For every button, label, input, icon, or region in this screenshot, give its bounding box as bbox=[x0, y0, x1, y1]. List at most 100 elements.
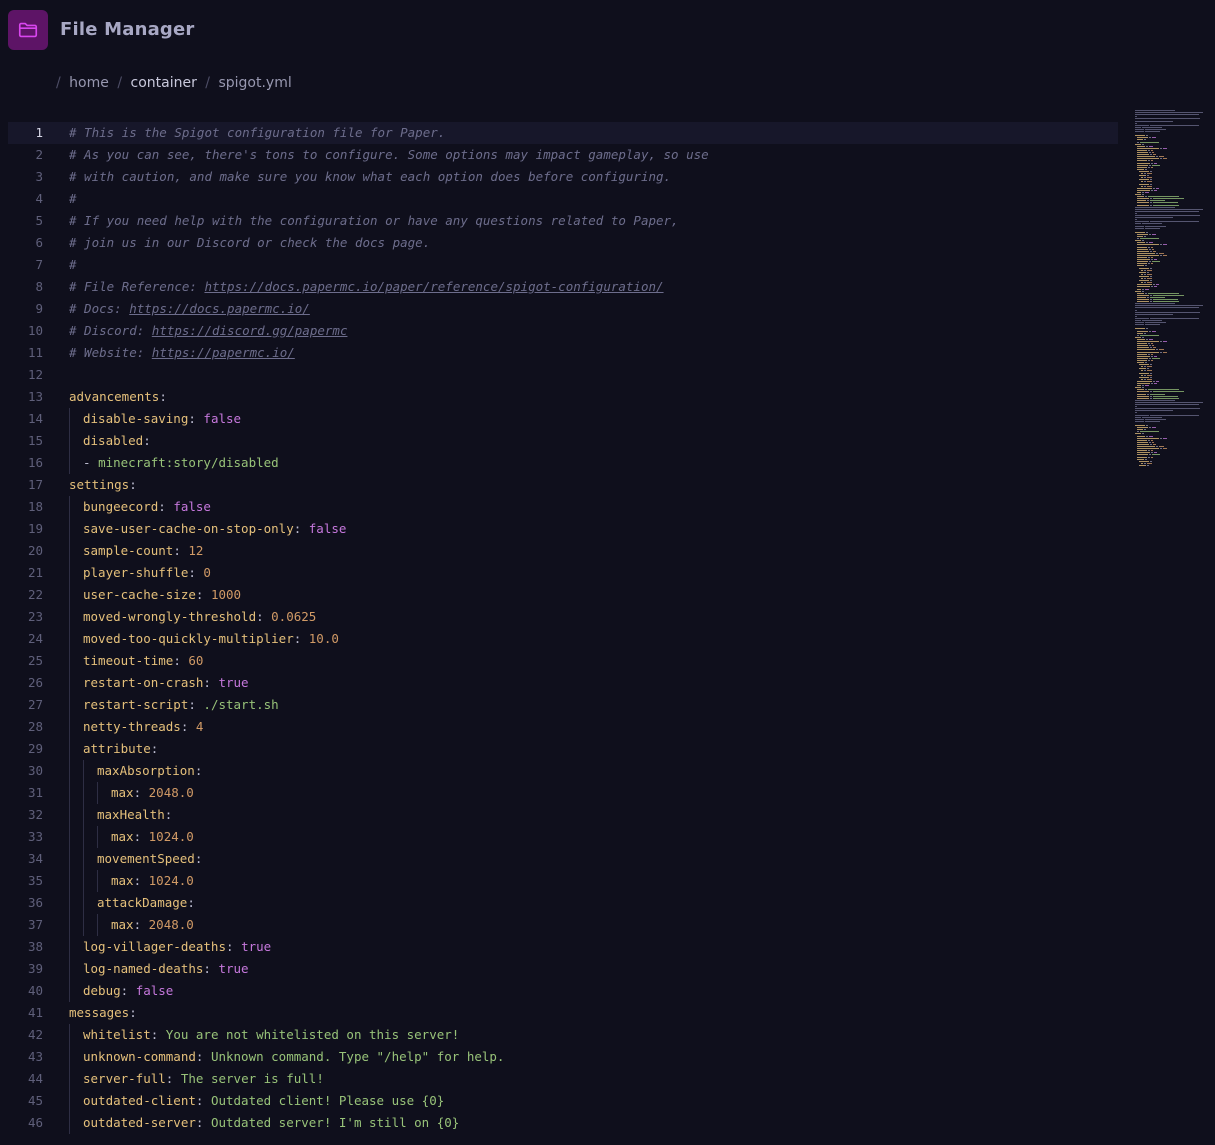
line-content: maxAbsorption: bbox=[97, 760, 202, 782]
code-line[interactable]: 17 settings: bbox=[8, 474, 1118, 496]
code-line[interactable]: 10 # Discord: https://discord.gg/papermc bbox=[8, 320, 1118, 342]
code-line[interactable]: 7 # bbox=[8, 254, 1118, 276]
code-line[interactable]: 41 messages: bbox=[8, 1002, 1118, 1024]
code-line[interactable]: 16 - minecraft:story/disabled bbox=[8, 452, 1118, 474]
code-line[interactable]: 29 attribute: bbox=[8, 738, 1118, 760]
punctuation: : bbox=[195, 1093, 211, 1108]
code-line[interactable]: 30 maxAbsorption: bbox=[8, 760, 1118, 782]
minimap-line bbox=[1148, 292, 1180, 294]
code-line[interactable]: 37 max: 2048.0 bbox=[8, 914, 1118, 936]
code-line[interactable]: 27 restart-script: ./start.sh bbox=[8, 694, 1118, 716]
minimap-line bbox=[1145, 231, 1148, 233]
code-line[interactable]: 43 unknown-command: Unknown command. Type… bbox=[8, 1046, 1118, 1068]
minimap-line bbox=[1150, 347, 1152, 349]
code-line[interactable]: 13 advancements: bbox=[8, 386, 1118, 408]
code-line[interactable]: 44 server-full: The server is full! bbox=[8, 1068, 1118, 1090]
url-link[interactable]: https://docs.papermc.io/ bbox=[129, 301, 310, 316]
code-line[interactable]: 4 # bbox=[8, 188, 1118, 210]
minimap-line bbox=[1135, 324, 1144, 326]
code-line[interactable]: 32 maxHealth: bbox=[8, 804, 1118, 826]
line-number: 20 bbox=[27, 543, 43, 558]
code-line[interactable]: 21 player-shuffle: 0 bbox=[8, 562, 1118, 584]
line-content: # If you need help with the configuratio… bbox=[69, 210, 679, 232]
code-line[interactable]: 46 outdated-server: Outdated server! I'm … bbox=[8, 1112, 1118, 1134]
breadcrumb-item-container[interactable]: container bbox=[131, 75, 197, 91]
code-line[interactable]: 39 log-named-deaths: true bbox=[8, 958, 1118, 980]
minimap-line bbox=[1147, 366, 1153, 368]
minimap-line bbox=[1160, 158, 1163, 160]
indent-guide bbox=[83, 870, 84, 892]
punctuation: : bbox=[158, 499, 174, 514]
minimap-line bbox=[1137, 456, 1148, 458]
string-value: Outdated client! Please use {0} bbox=[210, 1093, 445, 1108]
minimap-line bbox=[1147, 450, 1150, 452]
code-line[interactable]: 1 # This is the Spigot configuration file… bbox=[8, 122, 1118, 144]
indent-guide bbox=[69, 716, 70, 738]
line-content: restart-script: ./start.sh bbox=[83, 694, 279, 716]
breadcrumb-item-home[interactable]: home bbox=[69, 75, 109, 91]
code-line[interactable]: 15 disabled: bbox=[8, 430, 1118, 452]
code-line[interactable]: 20 sample-count: 12 bbox=[8, 540, 1118, 562]
minimap-line bbox=[1137, 158, 1160, 160]
code-line[interactable]: 25 timeout-time: 60 bbox=[8, 650, 1118, 672]
minimap-line bbox=[1139, 175, 1147, 177]
minimap-line bbox=[1142, 288, 1144, 290]
folder-icon[interactable] bbox=[8, 10, 48, 50]
minimap-line bbox=[1148, 359, 1151, 361]
minimap-line bbox=[1146, 296, 1149, 298]
code-line[interactable]: 23 moved-wrongly-threshold: 0.0625 bbox=[8, 606, 1118, 628]
yaml-key: max bbox=[111, 917, 134, 932]
code-line[interactable]: 24 moved-too-quickly-multiplier: 10.0 bbox=[8, 628, 1118, 650]
minimap-line bbox=[1137, 164, 1149, 166]
code-line[interactable]: 40 debug: false bbox=[8, 980, 1118, 1002]
code-line[interactable]: 12 bbox=[8, 364, 1118, 386]
line-number: 2 bbox=[35, 147, 43, 162]
code-line[interactable]: 36 attackDamage: bbox=[8, 892, 1118, 914]
code-line[interactable]: 9 # Docs: https://docs.papermc.io/ bbox=[8, 298, 1118, 320]
minimap-line bbox=[1135, 290, 1142, 292]
line-content: # bbox=[69, 188, 77, 210]
code-editor[interactable]: 1 # This is the Spigot configuration file… bbox=[8, 110, 1207, 1145]
code-lines[interactable]: 1 # This is the Spigot configuration file… bbox=[8, 122, 1118, 1134]
code-line[interactable]: 5 # If you need help with the configurati… bbox=[8, 210, 1118, 232]
breadcrumb-item-file[interactable]: spigot.yml bbox=[218, 75, 291, 91]
url-link[interactable]: https://papermc.io/ bbox=[152, 345, 295, 360]
code-line[interactable]: 2 # As you can see, there's tons to confi… bbox=[8, 144, 1118, 166]
url-link[interactable]: https://discord.gg/papermc bbox=[152, 323, 348, 338]
line-number: 1 bbox=[35, 125, 43, 140]
code-line[interactable]: 3 # with caution, and make sure you know … bbox=[8, 166, 1118, 188]
code-line[interactable]: 22 user-cache-size: 1000 bbox=[8, 584, 1118, 606]
line-content: disable-saving: false bbox=[83, 408, 241, 430]
url-link[interactable]: https://docs.papermc.io/paper/reference/… bbox=[204, 279, 663, 294]
code-line[interactable]: 11 # Website: https://papermc.io/ bbox=[8, 342, 1118, 364]
code-line[interactable]: 28 netty-threads: 4 bbox=[8, 716, 1118, 738]
code-line[interactable]: 33 max: 1024.0 bbox=[8, 826, 1118, 848]
minimap-line bbox=[1139, 364, 1150, 366]
code-line[interactable]: 6 # join us in our Discord or check the d… bbox=[8, 232, 1118, 254]
code-line[interactable]: 26 restart-on-crash: true bbox=[8, 672, 1118, 694]
minimap-line bbox=[1147, 173, 1153, 174]
code-line[interactable]: 38 log-villager-deaths: true bbox=[8, 936, 1118, 958]
code-line[interactable]: 35 max: 1024.0 bbox=[8, 870, 1118, 892]
code-line[interactable]: 14 disable-saving: false bbox=[8, 408, 1118, 430]
minimap-line bbox=[1148, 263, 1151, 265]
code-line[interactable]: 8 # File Reference: https://docs.papermc.… bbox=[8, 276, 1118, 298]
code-line[interactable]: 19 save-user-cache-on-stop-only: false bbox=[8, 518, 1118, 540]
code-line[interactable]: 42 whitelist: You are not whitelisted on … bbox=[8, 1024, 1118, 1046]
yaml-key: advancements bbox=[69, 389, 160, 404]
minimap-line bbox=[1156, 252, 1159, 254]
punctuation: - bbox=[83, 455, 99, 470]
string-value: You are not whitelisted on this server! bbox=[165, 1027, 460, 1042]
minimap-line bbox=[1163, 254, 1167, 256]
code-line[interactable]: 31 max: 2048.0 bbox=[8, 782, 1118, 804]
code-line[interactable]: 18 bungeecord: false bbox=[8, 496, 1118, 518]
minimap-line bbox=[1135, 120, 1174, 122]
yaml-key: disable-saving bbox=[83, 411, 189, 426]
minimap-line bbox=[1160, 147, 1163, 149]
code-line[interactable]: 34 movementSpeed: bbox=[8, 848, 1118, 870]
minimap-line bbox=[1135, 307, 1199, 309]
minimap-line bbox=[1141, 462, 1144, 464]
indent-guide bbox=[69, 892, 70, 914]
code-line[interactable]: 45 outdated-client: Outdated client! Plea… bbox=[8, 1090, 1118, 1112]
minimap[interactable] bbox=[1127, 110, 1207, 480]
